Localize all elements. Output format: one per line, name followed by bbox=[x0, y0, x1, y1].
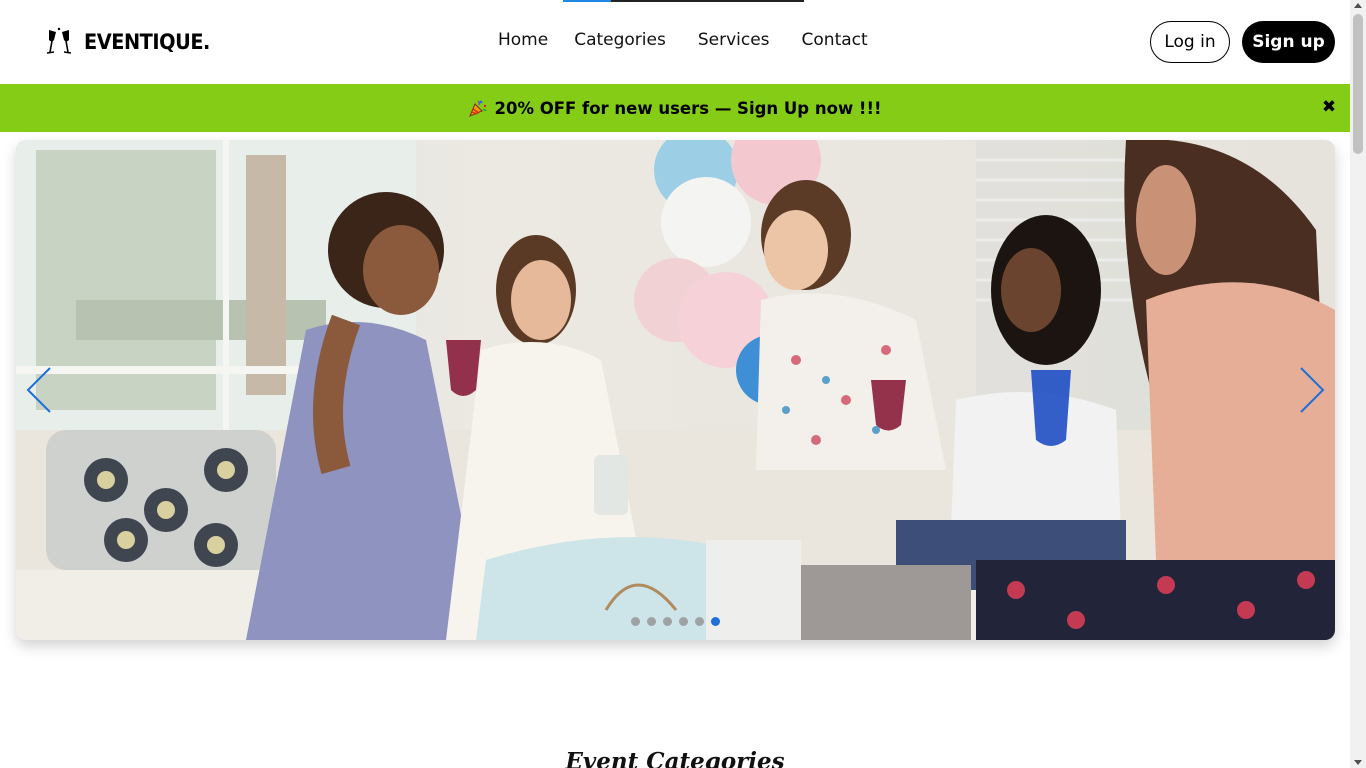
close-icon[interactable]: ✖ bbox=[1320, 97, 1338, 117]
login-button[interactable]: Log in bbox=[1150, 21, 1230, 63]
nav-categories[interactable]: Categories bbox=[574, 30, 666, 50]
carousel-dot[interactable] bbox=[647, 617, 656, 626]
nav-services[interactable]: Services bbox=[698, 30, 770, 50]
scrollbar[interactable] bbox=[1350, 0, 1366, 768]
nav-home[interactable]: Home bbox=[498, 30, 548, 50]
hero-image bbox=[16, 140, 1335, 640]
party-popper-icon bbox=[469, 100, 488, 117]
promo-text: 20% OFF for new users — Sign Up now !!! bbox=[494, 98, 882, 118]
progress-fill bbox=[563, 0, 612, 2]
chevron-right-icon[interactable] bbox=[1299, 366, 1325, 414]
scroll-thumb[interactable] bbox=[1353, 14, 1363, 154]
site-header: EVENTIQUE. Home Categories Services Cont… bbox=[0, 0, 1350, 84]
page-loading-progress bbox=[563, 0, 804, 2]
promo-banner: 20% OFF for new users — Sign Up now !!! … bbox=[0, 84, 1350, 132]
page: EVENTIQUE. Home Categories Services Cont… bbox=[0, 0, 1350, 768]
carousel-dot[interactable] bbox=[679, 617, 688, 626]
carousel-dot[interactable] bbox=[711, 617, 720, 626]
section-title: Event Categories bbox=[565, 748, 785, 768]
logo-text: EVENTIQUE. bbox=[84, 30, 210, 54]
scroll-down-arrow-icon[interactable] bbox=[1354, 760, 1362, 765]
signup-button[interactable]: Sign up bbox=[1242, 21, 1335, 63]
carousel-dot[interactable] bbox=[631, 617, 640, 626]
carousel-dots bbox=[631, 617, 720, 626]
promo-content[interactable]: 20% OFF for new users — Sign Up now !!! bbox=[0, 84, 1350, 132]
logo[interactable]: EVENTIQUE. bbox=[46, 27, 221, 57]
carousel-dot[interactable] bbox=[663, 617, 672, 626]
hero-carousel[interactable] bbox=[16, 140, 1335, 640]
scroll-up-arrow-icon[interactable] bbox=[1354, 3, 1362, 8]
champagne-glasses-icon bbox=[46, 27, 72, 54]
main-nav: Home Categories Services Contact bbox=[498, 30, 868, 50]
chevron-left-icon[interactable] bbox=[26, 366, 52, 414]
carousel-dot[interactable] bbox=[695, 617, 704, 626]
nav-contact[interactable]: Contact bbox=[802, 30, 868, 50]
